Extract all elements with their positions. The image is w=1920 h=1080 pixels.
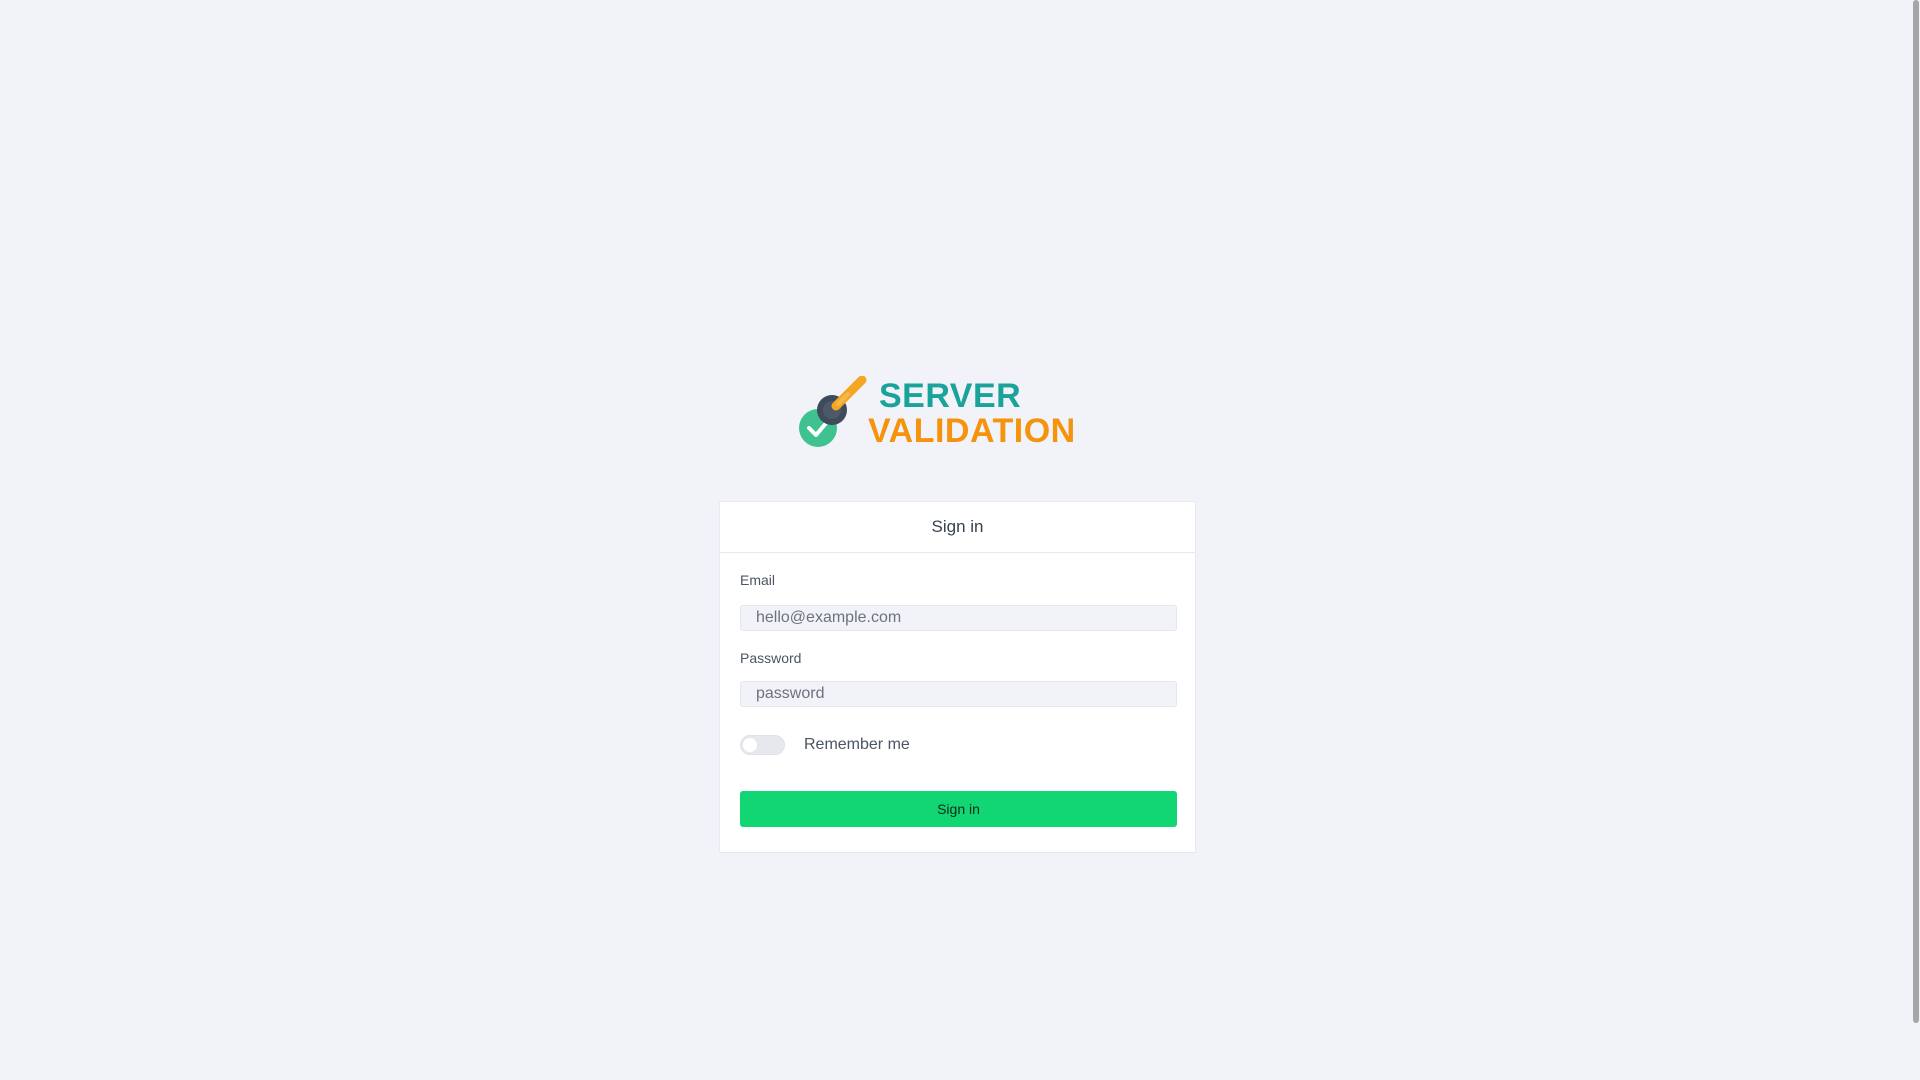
scrollbar-track[interactable] <box>1912 0 1920 1080</box>
remember-me-row: Remember me <box>740 735 910 755</box>
card-title: Sign in <box>720 502 1195 553</box>
remember-me-label[interactable]: Remember me <box>804 736 910 754</box>
sign-in-button[interactable]: Sign in <box>740 791 1177 827</box>
brand-logo: SERVER VALIDATION <box>796 376 1076 450</box>
logo-text-server: SERVER <box>879 377 1022 415</box>
email-input[interactable] <box>740 605 1177 631</box>
toggle-knob <box>743 738 757 752</box>
login-page: SERVER VALIDATION Sign in Email Password… <box>0 0 1920 1080</box>
email-label: Email <box>740 572 776 588</box>
remember-me-toggle[interactable] <box>740 735 785 755</box>
sign-in-card: Sign in Email Password Remember me Sign … <box>719 501 1196 853</box>
password-label: Password <box>740 650 802 666</box>
validation-brush-check-icon <box>799 376 867 447</box>
scrollbar-thumb[interactable] <box>1913 0 1919 1023</box>
logo-text-validation: VALIDATION <box>868 412 1076 450</box>
password-input[interactable] <box>740 681 1177 707</box>
